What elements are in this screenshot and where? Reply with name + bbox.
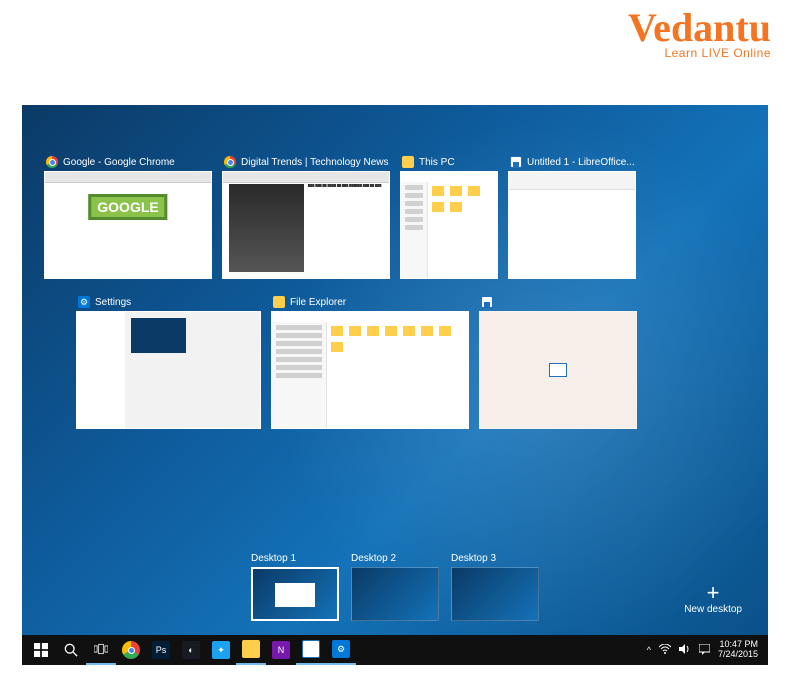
virtual-desktop-2[interactable]: Desktop 2 — [351, 553, 439, 621]
chrome-icon — [122, 641, 140, 659]
google-doodle: GOOGLE — [88, 194, 167, 220]
taskbar-app-steam[interactable]: ◐ — [176, 635, 206, 665]
plus-icon: + — [684, 582, 742, 604]
notifications-icon[interactable] — [699, 644, 710, 657]
folder-icon — [242, 640, 260, 658]
gear-icon: ⚙ — [78, 296, 90, 308]
window-thumbnail — [76, 311, 261, 429]
window-title: File Explorer — [290, 297, 346, 308]
steam-icon: ◐ — [182, 641, 200, 659]
taskbar-app-libreoffice[interactable] — [296, 635, 326, 665]
system-tray: ^ 10:47 PM 7/24/2015 — [647, 640, 764, 660]
folder-icon — [273, 296, 285, 308]
vedantu-logo: Vedantu Learn LIVE Online — [628, 10, 771, 60]
onenote-icon: N — [272, 641, 290, 659]
taskbar: Ps ◐ ✦ N ⚙ ^ 10:47 PM 7/24/2015 — [22, 635, 768, 665]
taskbar-app-settings[interactable]: ⚙ — [326, 635, 356, 665]
window-thumbnail: GOOGLE — [44, 171, 212, 279]
window-this-pc[interactable]: This PC — [400, 153, 498, 279]
page-icon — [549, 363, 567, 377]
window-title: Digital Trends | Technology News and... — [241, 157, 390, 168]
start-button[interactable] — [26, 635, 56, 665]
photoshop-icon: Ps — [152, 641, 170, 659]
virtual-desktop-label: Desktop 2 — [351, 553, 439, 564]
chrome-icon — [46, 156, 58, 168]
task-view-icon — [94, 642, 108, 656]
virtual-desktop-thumbnail — [351, 567, 439, 621]
new-desktop-button[interactable]: + New desktop — [684, 582, 742, 615]
window-row-1: Google - Google Chrome GOOGLE Digital Tr… — [44, 153, 636, 279]
new-desktop-label: New desktop — [684, 604, 742, 615]
search-button[interactable] — [56, 635, 86, 665]
window-digital-trends[interactable]: Digital Trends | Technology News and... … — [222, 153, 390, 279]
virtual-desktops-strip: Desktop 1 Desktop 2 Desktop 3 — [22, 553, 768, 621]
wifi-icon[interactable] — [659, 644, 671, 656]
taskbar-app-tweetdeck[interactable]: ✦ — [206, 635, 236, 665]
window-title: Settings — [95, 297, 131, 308]
document-icon — [510, 156, 522, 168]
window-thumbnail: ███ ███ ██ ████ ██ ███ ██████ ███ ██ ███ — [222, 171, 390, 279]
window-title: Untitled 1 - LibreOffice... — [527, 157, 635, 168]
taskbar-app-chrome[interactable] — [116, 635, 146, 665]
window-thumbnail — [479, 311, 637, 429]
virtual-desktop-1[interactable]: Desktop 1 — [251, 553, 339, 621]
window-libreoffice[interactable]: Untitled 1 - LibreOffice... — [508, 153, 636, 279]
tray-chevron-icon[interactable]: ^ — [647, 645, 651, 655]
taskbar-app-photoshop[interactable]: Ps — [146, 635, 176, 665]
document-icon — [481, 296, 493, 308]
task-view-button[interactable] — [86, 635, 116, 665]
chrome-icon — [224, 156, 236, 168]
clock[interactable]: 10:47 PM 7/24/2015 — [718, 640, 758, 660]
virtual-desktop-label: Desktop 3 — [451, 553, 539, 564]
virtual-desktop-3[interactable]: Desktop 3 — [451, 553, 539, 621]
virtual-desktop-label: Desktop 1 — [251, 553, 339, 564]
window-thumbnail — [271, 311, 469, 429]
search-icon — [64, 643, 78, 657]
taskbar-app-onenote[interactable]: N — [266, 635, 296, 665]
folder-icon — [402, 156, 414, 168]
window-title: This PC — [419, 157, 455, 168]
virtual-desktop-thumbnail — [451, 567, 539, 621]
brand-name: Vedantu — [628, 10, 771, 46]
gear-icon: ⚙ — [332, 640, 350, 658]
window-title: Google - Google Chrome — [63, 157, 175, 168]
twitter-icon: ✦ — [212, 641, 230, 659]
window-file-explorer[interactable]: File Explorer — [271, 293, 469, 429]
windows-icon — [34, 643, 48, 657]
task-view: Google - Google Chrome GOOGLE Digital Tr… — [22, 105, 768, 665]
clock-date: 7/24/2015 — [718, 650, 758, 660]
window-thumbnail — [508, 171, 636, 279]
volume-icon[interactable] — [679, 644, 691, 656]
window-row-2: ⚙ Settings File Explorer — [76, 293, 637, 429]
taskbar-app-file-explorer[interactable] — [236, 635, 266, 665]
window-google-chrome[interactable]: Google - Google Chrome GOOGLE — [44, 153, 212, 279]
window-untitled[interactable] — [479, 293, 637, 429]
document-icon — [302, 640, 320, 658]
window-settings[interactable]: ⚙ Settings — [76, 293, 261, 429]
window-thumbnail — [400, 171, 498, 279]
virtual-desktop-thumbnail — [251, 567, 339, 621]
